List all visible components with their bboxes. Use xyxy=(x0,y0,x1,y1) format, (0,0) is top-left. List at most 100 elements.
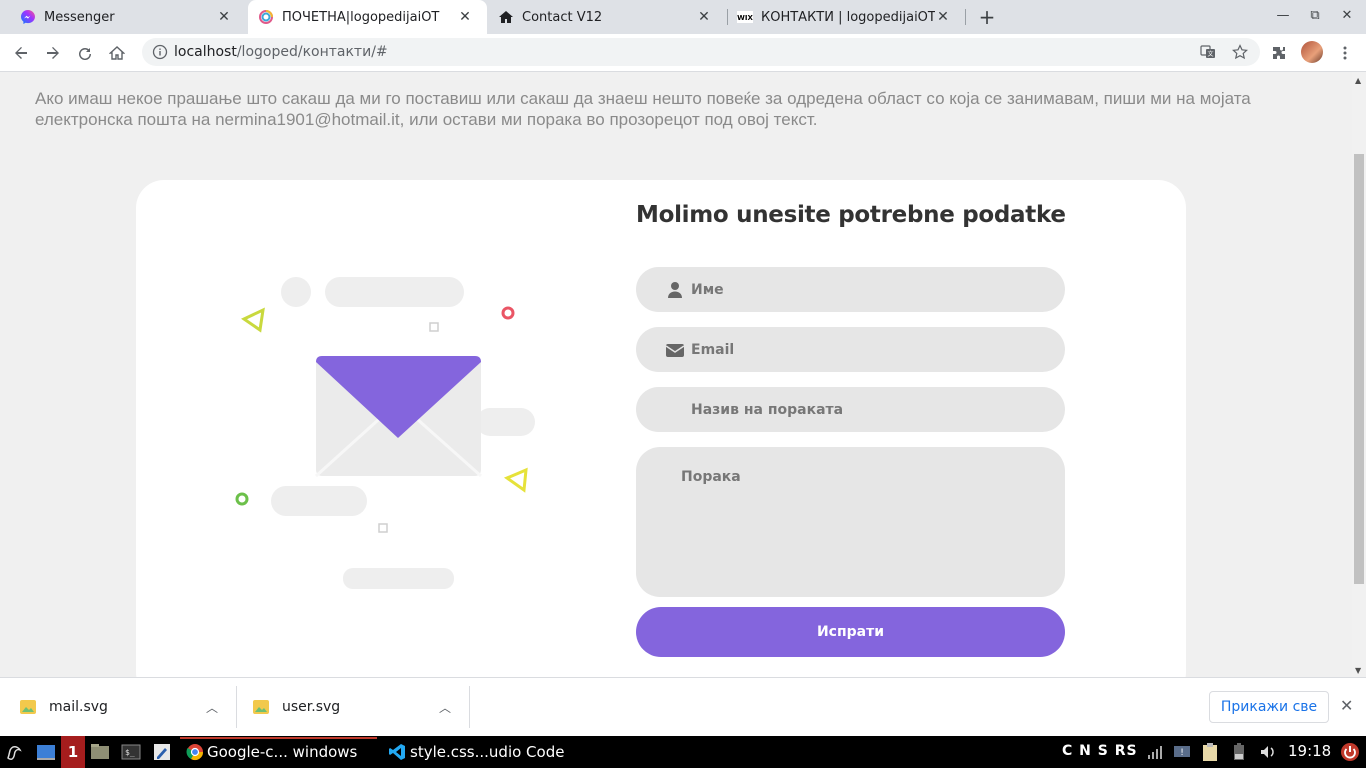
mail-icon xyxy=(665,341,685,359)
deco-square xyxy=(378,523,388,533)
start-menu-icon[interactable] xyxy=(4,742,24,762)
volume-icon[interactable] xyxy=(1258,742,1278,762)
close-icon[interactable]: ✕ xyxy=(457,9,473,25)
deco-square xyxy=(429,322,439,332)
show-all-button[interactable]: Прикажи све xyxy=(1209,691,1329,723)
svg-text:WIX: WIX xyxy=(737,14,753,22)
info-icon[interactable] xyxy=(152,44,168,60)
chevron-up-icon[interactable]: ︿ xyxy=(439,699,451,716)
intro-text: Ако имаш некое прашање што сакаш да ми г… xyxy=(35,89,1251,129)
url-text: localhost/logoped/контакти/# xyxy=(174,44,388,60)
deco-triangle xyxy=(503,467,528,493)
tab-separator xyxy=(965,9,966,25)
bookmark-star-icon[interactable] xyxy=(1232,44,1248,60)
subject-placeholder: Назив на пораката xyxy=(691,401,844,418)
svg-text:!: ! xyxy=(1180,748,1184,758)
signal-icon[interactable] xyxy=(1146,742,1166,762)
download-filename: user.svg xyxy=(282,699,341,715)
extensions-icon[interactable] xyxy=(1268,42,1290,64)
scroll-up-icon[interactable]: ▲ xyxy=(1355,76,1361,85)
deco-pill xyxy=(343,568,454,589)
profile-avatar[interactable] xyxy=(1301,41,1323,63)
close-icon[interactable]: ✕ xyxy=(1340,696,1353,715)
form-title: Molimo unesite potrebne podatke xyxy=(636,202,1066,228)
close-icon[interactable]: ✕ xyxy=(216,9,232,25)
message-textarea[interactable]: Порака xyxy=(636,447,1065,597)
active-task-indicator xyxy=(180,737,377,739)
text-editor-icon[interactable] xyxy=(152,742,172,762)
battery-icon[interactable] xyxy=(1229,742,1249,762)
clipboard-icon[interactable] xyxy=(1200,742,1220,762)
reload-icon[interactable] xyxy=(74,42,96,64)
scroll-down-icon[interactable]: ▼ xyxy=(1355,666,1361,675)
svg-text:$_: $_ xyxy=(125,748,135,757)
clock: 19:18 xyxy=(1288,742,1332,760)
messenger-icon xyxy=(20,9,36,25)
download-item-mail[interactable]: mail.svg xyxy=(0,678,236,736)
address-bar[interactable]: localhost/logoped/контакти/# 文 xyxy=(142,38,1260,66)
browser-toolbar: localhost/logoped/контакти/# 文 xyxy=(0,34,1366,72)
back-icon[interactable] xyxy=(10,42,32,64)
chrome-icon xyxy=(186,744,204,761)
window-close-icon[interactable]: ✕ xyxy=(1337,8,1357,23)
url-host: localhost xyxy=(174,44,237,60)
restore-icon[interactable]: ⧉ xyxy=(1305,8,1325,23)
svg-text:文: 文 xyxy=(1207,50,1213,58)
taskbar-vscode[interactable]: style.css...udio Code xyxy=(388,742,564,762)
translate-icon[interactable]: 文 xyxy=(1200,44,1216,60)
tab-title: КОНТАКТИ | logopedijaiOT xyxy=(761,9,935,25)
mail-illustration xyxy=(235,277,535,589)
keyboard-layout-indicator[interactable]: C N S RS xyxy=(1062,743,1138,759)
close-icon[interactable]: ✕ xyxy=(935,9,951,25)
tab-title: Contact V12 xyxy=(522,9,603,25)
name-input[interactable]: Име xyxy=(636,267,1065,312)
message-placeholder: Порака xyxy=(681,469,741,485)
tab-pocetna[interactable]: ПОЧЕТНА|logopedijaiOT ✕ xyxy=(248,0,487,34)
wix-icon: WIX xyxy=(737,9,753,25)
taskbar-chrome-label: Google-c... windows xyxy=(207,743,358,761)
power-icon[interactable] xyxy=(1340,742,1360,762)
image-file-icon xyxy=(253,700,269,714)
deco-bubble xyxy=(281,277,311,307)
desktop-icon[interactable] xyxy=(36,742,56,762)
deco-ring xyxy=(501,306,515,320)
close-icon[interactable]: ✕ xyxy=(696,9,712,25)
tab-title: Messenger xyxy=(44,9,115,25)
url-path: /logoped/контакти/# xyxy=(236,44,388,60)
deco-triangle xyxy=(241,307,265,333)
deco-pill xyxy=(325,277,464,307)
tab-messenger[interactable]: Messenger ✕ xyxy=(0,0,246,34)
page-scrollbar[interactable]: ▲ ▼ xyxy=(1352,72,1366,677)
new-tab-button[interactable]: + xyxy=(976,5,998,29)
deco-pill xyxy=(476,408,535,436)
os-taskbar: 1 $_ Google-c... windows style.css...udi… xyxy=(0,736,1366,768)
file-manager-icon[interactable] xyxy=(90,742,110,762)
tab-contact-v12[interactable]: Contact V12 ✕ xyxy=(488,0,726,34)
chevron-up-icon[interactable]: ︿ xyxy=(206,699,218,716)
submit-button[interactable]: Испрати xyxy=(636,607,1065,657)
logo-icon xyxy=(258,9,274,25)
workspace-indicator[interactable]: 1 xyxy=(61,736,85,768)
download-shelf: mail.svg ︿ user.svg ︿ Прикажи све ✕ xyxy=(0,677,1366,736)
home-button-icon[interactable] xyxy=(106,42,128,64)
envelope-icon xyxy=(314,356,482,478)
scroll-thumb[interactable] xyxy=(1354,154,1364,584)
taskbar-chrome[interactable]: Google-c... windows xyxy=(186,742,357,762)
minimize-icon[interactable]: — xyxy=(1273,8,1293,23)
tab-title: ПОЧЕТНА|logopedijaiOT xyxy=(282,9,440,25)
download-item-user[interactable]: user.svg xyxy=(233,678,469,736)
email-input[interactable]: Email xyxy=(636,327,1065,372)
divider xyxy=(469,686,470,728)
vscode-icon xyxy=(389,744,405,760)
home-icon xyxy=(498,9,514,25)
deco-pill xyxy=(271,486,367,516)
subject-input[interactable]: Назив на пораката xyxy=(636,387,1065,432)
tab-kontakti[interactable]: WIX КОНТАКТИ | logopedijaiOT ✕ xyxy=(727,0,965,34)
email-placeholder: Email xyxy=(691,341,735,358)
taskbar-vscode-label: style.css...udio Code xyxy=(410,743,565,761)
deco-ring xyxy=(235,492,249,506)
notification-icon[interactable]: ! xyxy=(1172,742,1192,762)
terminal-icon[interactable]: $_ xyxy=(121,742,141,762)
forward-icon[interactable] xyxy=(42,42,64,64)
menu-kebab-icon[interactable] xyxy=(1334,42,1356,64)
